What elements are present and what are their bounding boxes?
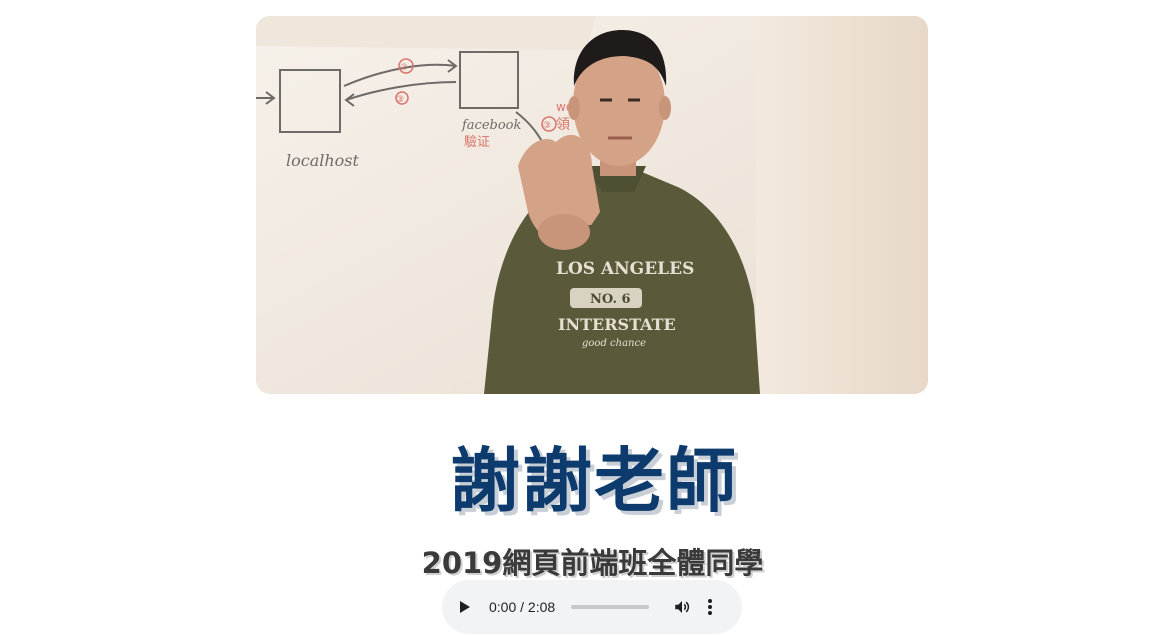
play-icon[interactable] [460, 601, 470, 613]
teacher-photo-illustration: ② ③ ③ 領 wo localhost facebook 驗证 LOS ANG… [256, 16, 928, 394]
step-a-label: ② [400, 63, 408, 73]
progress-slider[interactable] [571, 605, 650, 609]
sweater-top-text: LOS ANGELES [556, 259, 694, 279]
localhost-label: localhost [286, 151, 360, 170]
step-b-label: ③ [396, 95, 404, 105]
step-c-text: 領 [556, 116, 570, 133]
audio-player[interactable]: 0:00 / 2:08 [442, 580, 742, 634]
page-title: 謝謝老師 [450, 440, 738, 522]
sweater-bottom-text: good chance [582, 338, 646, 349]
step-c-label: ③ [543, 121, 551, 131]
sweater-middle-text: INTERSTATE [558, 315, 676, 334]
verify-note: 驗证 [464, 135, 490, 150]
volume-icon[interactable] [673, 598, 691, 616]
sweater-badge-text: NO. 6 [590, 292, 631, 307]
teacher-photo: ② ③ ③ 領 wo localhost facebook 驗证 LOS ANG… [256, 16, 928, 394]
page-subtitle: 2019網頁前端班全體同學 [421, 546, 764, 580]
page: ② ③ ③ 領 wo localhost facebook 驗证 LOS ANG… [0, 0, 1165, 635]
facebook-label: facebook [461, 118, 522, 133]
more-options-icon[interactable] [707, 598, 713, 616]
time-display: 0:00 / 2:08 [489, 599, 556, 615]
